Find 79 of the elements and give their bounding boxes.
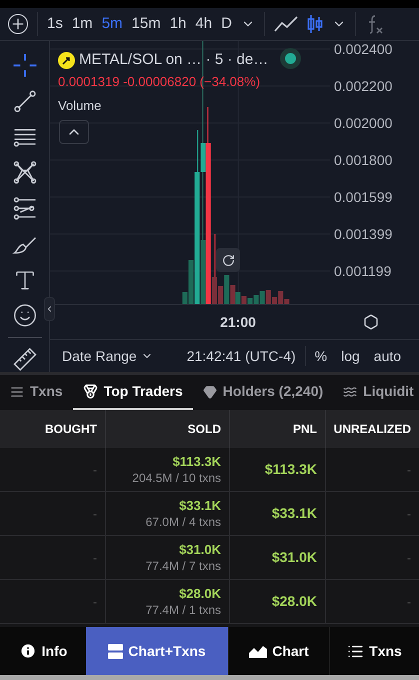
time-axis-label: 21:00 xyxy=(220,312,256,332)
interval-button[interactable]: 5m xyxy=(102,12,123,36)
interval-button[interactable]: 4h xyxy=(195,12,212,36)
interval-button[interactable]: 1s xyxy=(47,12,63,36)
candle-wick xyxy=(197,130,198,172)
channel-icon[interactable] xyxy=(12,196,38,221)
tab[interactable]: Txns xyxy=(0,375,73,410)
list-icon xyxy=(10,384,24,398)
column-header: BOUGHT xyxy=(45,421,97,438)
add-icon[interactable] xyxy=(8,14,28,34)
area-chart-icon xyxy=(249,644,268,658)
collapse-handle[interactable] xyxy=(44,297,55,321)
waves-icon xyxy=(343,384,358,398)
nav-tab[interactable]: Info xyxy=(0,627,86,675)
table-cell-text: - xyxy=(407,462,411,478)
scale-option[interactable]: % xyxy=(314,346,328,366)
trend-line-icon[interactable] xyxy=(12,88,38,114)
collapse-button[interactable] xyxy=(59,120,89,144)
chevron-left-icon xyxy=(45,304,54,314)
reset-icon xyxy=(222,254,234,266)
pnl-value: $31.0K xyxy=(272,548,317,567)
table-cell-text: - xyxy=(407,506,411,522)
pnl-value: $33.1K xyxy=(272,504,317,523)
sold-value: $31.0K xyxy=(179,542,221,558)
table-cell-text: - xyxy=(407,594,411,610)
gem-icon xyxy=(202,384,217,398)
tab[interactable]: Holders (2,240) xyxy=(192,375,334,410)
price-axis-label: 0.001399 xyxy=(333,226,394,244)
symbol-title: METAL/SOL on … · 5 · de… xyxy=(79,50,268,70)
scale-option[interactable]: log xyxy=(341,346,360,366)
split-view-icon xyxy=(108,644,124,658)
table-cell-text: - xyxy=(93,550,97,566)
coin-icon xyxy=(58,52,75,69)
pattern-icon[interactable] xyxy=(12,160,38,186)
scale-option[interactable]: auto xyxy=(374,346,402,366)
emoji-icon[interactable] xyxy=(12,303,38,328)
indicator-label: Volume xyxy=(58,97,102,115)
sold-detail: 67.0M / 4 txns xyxy=(146,514,221,530)
tab[interactable]: Liquidit xyxy=(333,375,419,410)
table-cell-text: - xyxy=(93,506,97,522)
price-axis-label: 0.002200 xyxy=(333,78,394,96)
settings-icon[interactable] xyxy=(362,314,378,330)
candle-wick xyxy=(207,107,208,143)
nav-tab[interactable]: Chart+Txns xyxy=(86,627,228,675)
column-header: PNL xyxy=(293,421,317,438)
reset-button[interactable] xyxy=(216,248,240,272)
price-axis-label: 0.001199 xyxy=(333,263,392,281)
medal-icon xyxy=(82,384,98,399)
plot-area[interactable]: METAL/SOL on … · 5 · de… 0.0001319 -0.00006820 (−34.08%) Volume xyxy=(50,41,330,304)
pnl-value: $113.3K xyxy=(264,460,317,479)
table-cell-text: - xyxy=(407,550,411,566)
price-axis-label: 0.001800 xyxy=(333,152,394,170)
date-range-button[interactable]: Date Range xyxy=(62,346,153,366)
interval-button[interactable]: D xyxy=(221,12,232,36)
interval-button[interactable]: 1h xyxy=(170,12,186,36)
price-reading: 0.0001319 -0.00006820 (−34.08%) xyxy=(58,73,260,91)
crosshair-icon[interactable] xyxy=(12,53,38,78)
sold-detail: 77.4M / 7 txns xyxy=(146,558,221,574)
line-chart-icon[interactable] xyxy=(274,15,298,33)
column-header: SOLD xyxy=(188,421,221,438)
candle-wick xyxy=(214,234,216,277)
ruler-icon[interactable] xyxy=(12,347,38,372)
timezone-time: 21:42:41 (UTC-4) xyxy=(186,346,296,366)
candles-icon[interactable] xyxy=(306,14,323,34)
price-axis-label: 0.002000 xyxy=(333,115,394,133)
interval-button[interactable]: 15m xyxy=(132,12,161,36)
info-icon xyxy=(18,642,37,660)
column-header: UNREALIZED xyxy=(334,421,411,438)
sold-value: $28.0K xyxy=(179,586,221,602)
sold-detail: 77.4M / 1 txns xyxy=(146,602,221,618)
table-cell-text: - xyxy=(93,462,97,478)
sold-value: $113.3K xyxy=(172,454,221,470)
sold-detail: 204.5M / 10 txns xyxy=(132,470,221,486)
sold-value: $33.1K xyxy=(179,498,221,514)
interval-button[interactable]: 1m xyxy=(72,12,93,36)
price-axis-label: 0.002400 xyxy=(333,41,394,59)
price-axis-label: 0.001599 xyxy=(333,189,394,207)
table-cell-text: - xyxy=(93,594,97,610)
pnl-value: $28.0K xyxy=(272,592,317,611)
